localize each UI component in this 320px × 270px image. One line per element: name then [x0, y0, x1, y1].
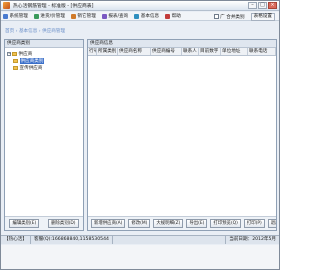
collapse-icon[interactable]: − [7, 51, 11, 56]
toolbar-right: 广 合并类别 表格设置 [213, 12, 275, 21]
status-support-phone: 客服(Q):166868840,1158530544 [31, 236, 113, 244]
menu-sales[interactable]: 销它管理 [70, 13, 96, 19]
folder-icon [13, 65, 18, 70]
menu-sales-label: 销它管理 [77, 14, 96, 19]
modify-button[interactable]: 修改(M) [128, 219, 151, 228]
sales-menu-icon [70, 13, 76, 19]
column-header[interactable]: 供应商编号 [151, 48, 182, 55]
menu-purchase[interactable]: 进货/价管理 [33, 13, 65, 19]
merge-category-label: 广 合并类别 [220, 14, 245, 20]
reports-menu-icon [101, 13, 107, 19]
tree-item-supplier-category[interactable]: 供应商类别 [7, 57, 81, 64]
basic-info-menu-icon [134, 13, 140, 19]
close-button[interactable]: × [268, 2, 277, 9]
app-logo-icon [3, 2, 10, 9]
print-preview-button[interactable]: 打印预览(Q) [210, 219, 241, 228]
exit-button[interactable]: 退出 [267, 219, 276, 228]
delete-category-button[interactable]: 删除类别(D) [48, 219, 79, 228]
menu-basic-info-label: 基本信息 [140, 14, 160, 19]
menu-purchase-label: 进货/价管理 [40, 14, 65, 19]
menu-reports[interactable]: 报表/查询 [101, 13, 129, 19]
edit-category-button[interactable]: 编辑类别(E) [9, 219, 40, 228]
help-menu-icon [165, 13, 171, 19]
table-settings-button[interactable]: 表格设置 [250, 12, 275, 21]
print-button[interactable]: 打印(P) [243, 219, 265, 228]
menu-help-label: 帮助 [171, 14, 181, 19]
column-header[interactable]: 供应商名称 [118, 48, 151, 55]
column-header[interactable]: 联系人 [182, 48, 199, 55]
menu-help[interactable]: 帮助 [165, 13, 181, 19]
bottom-blank-area [1, 245, 279, 269]
merge-category-checkbox[interactable] [213, 14, 219, 19]
category-actions: 编辑类别(E) 删除类别(D) [5, 216, 83, 230]
folder-icon [12, 51, 17, 56]
supplier-actions: 新增供应商(A) 修改(M) 大规明细(Z) 导出(E) 打印预览(Q) 打印(… [88, 216, 276, 230]
tree-item-promo-supplier[interactable]: 宣传供应商 [7, 64, 81, 71]
supplier-panel-title: 供应商信息 [88, 40, 276, 48]
export-button[interactable]: 导出(E) [186, 219, 208, 228]
system-menu-icon [3, 13, 8, 19]
column-header[interactable]: 联系电话 [248, 48, 276, 55]
tree-root-label: 供应商 [18, 51, 33, 57]
tree-item-label: 宣传供应商 [19, 65, 43, 71]
menu-system[interactable]: 系统管理 [3, 13, 28, 19]
breadcrumb: 首页 › 基本信息 › 供应商管理 [5, 25, 277, 36]
menu-reports-label: 报表/查询 [108, 14, 129, 19]
supplier-panel: 供应商信息 行号 所属类别 供应商名称 供应商编号 联系人 目前数字 单位地址 … [87, 39, 277, 231]
minimize-button[interactable]: – [248, 2, 257, 9]
category-panel: 供应商类别 − 供应商 供应商类别 宣传供应商 编辑类别(E) 删除类别(D) [4, 39, 84, 231]
supplier-grid-header: 行号 所属类别 供应商名称 供应商编号 联系人 目前数字 单位地址 联系电话 [88, 48, 276, 56]
app-window: 热心活钢筋管理 - 标准版 - [供应商表] – □ × 系统管理 进货/价管理… [0, 0, 280, 270]
status-date: 当前日期：2012年5月 [225, 236, 279, 244]
status-bar: 【热心活】 客服(Q):166868840,1158530544 当前日期：20… [1, 235, 279, 244]
maximize-button[interactable]: □ [258, 2, 267, 9]
purchase-menu-icon [33, 13, 39, 19]
folder-icon [13, 58, 18, 63]
breadcrumb-text: 首页 › 基本信息 › 供应商管理 [5, 28, 66, 34]
column-header[interactable]: 目前数字 [199, 48, 221, 55]
tree-root[interactable]: − 供应商 [7, 50, 81, 57]
menu-basic-info[interactable]: 基本信息 [134, 13, 159, 19]
column-header[interactable]: 所属类别 [97, 48, 118, 55]
category-tree: − 供应商 供应商类别 宣传供应商 [5, 48, 83, 73]
column-header[interactable]: 行号 [88, 48, 97, 55]
window-controls: – □ × [247, 2, 277, 9]
status-app-label: 【热心活】 [1, 236, 31, 244]
title-bar[interactable]: 热心活钢筋管理 - 标准版 - [供应商表] – □ × [1, 1, 279, 11]
batch-detail-button[interactable]: 大规明细(Z) [153, 219, 184, 228]
window-title: 热心活钢筋管理 - 标准版 - [供应商表] [13, 4, 94, 9]
supplier-grid-body[interactable] [88, 56, 276, 200]
column-header[interactable]: 单位地址 [221, 48, 248, 55]
add-supplier-button[interactable]: 新增供应商(A) [91, 219, 126, 228]
menu-system-label: 系统管理 [9, 14, 28, 19]
category-panel-title: 供应商类别 [5, 40, 83, 48]
tree-item-label: 供应商类别 [19, 57, 45, 64]
